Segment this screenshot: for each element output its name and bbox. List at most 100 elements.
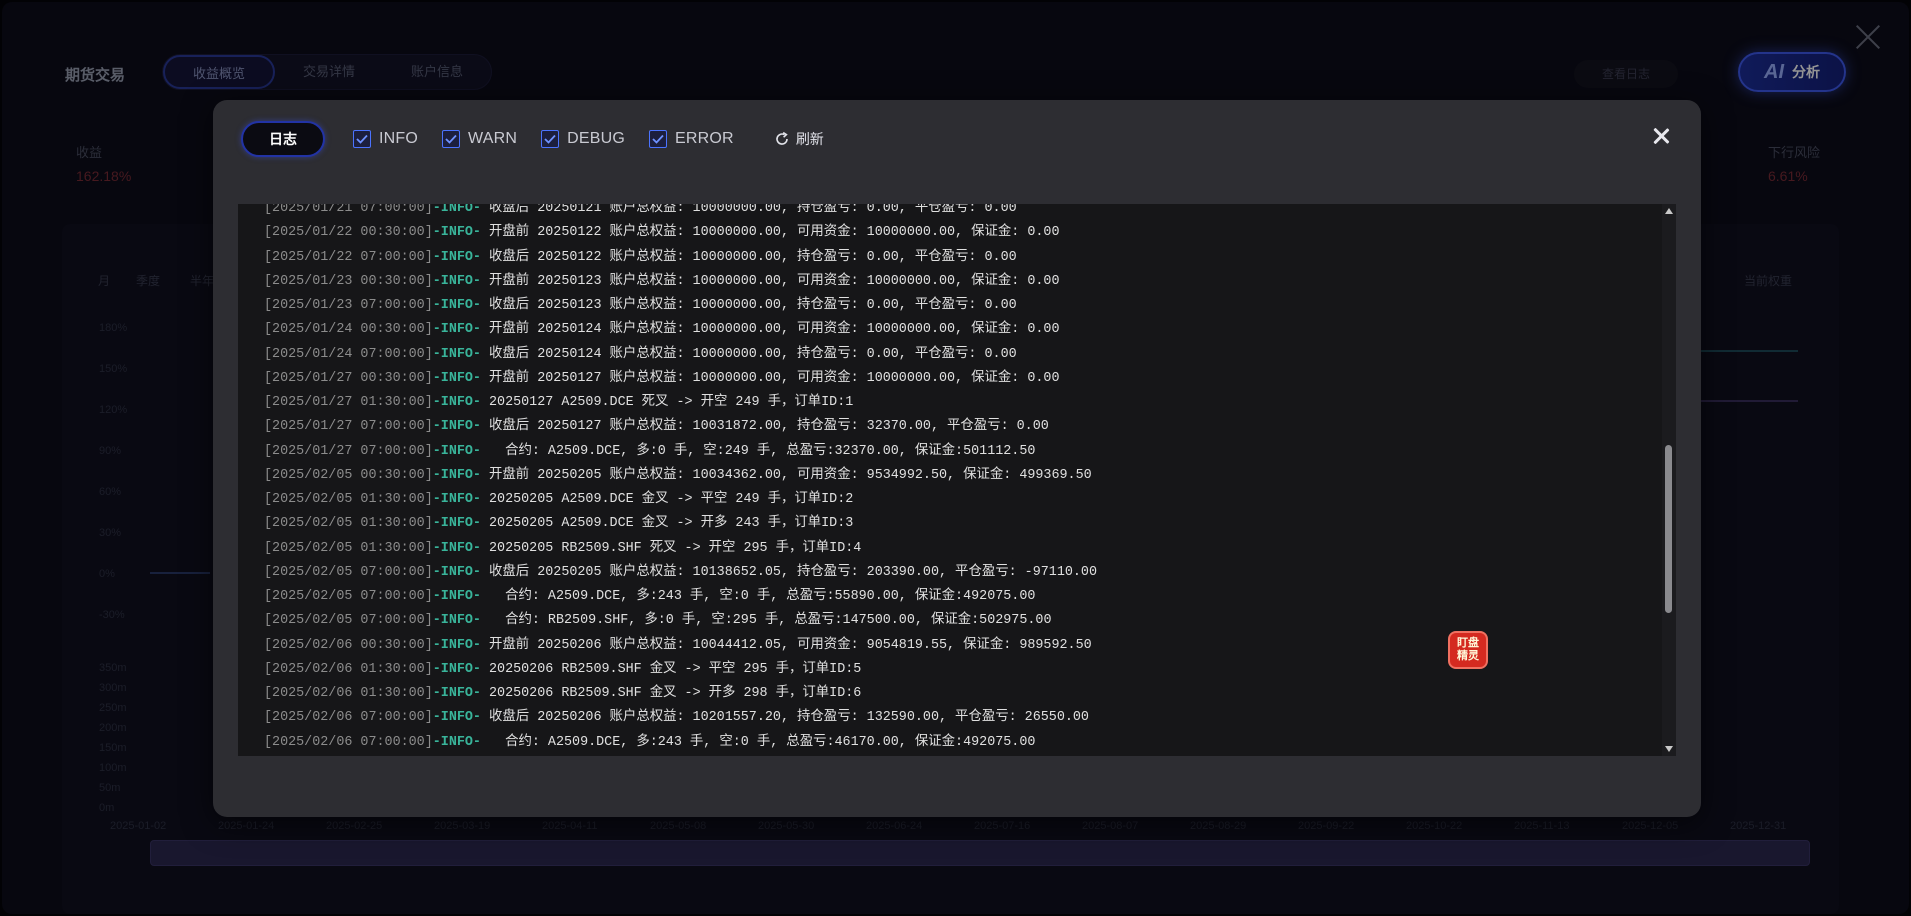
filter-error-checkbox[interactable]: ERROR [649,130,734,148]
refresh-label: 刷新 [795,131,824,147]
log-message: 开盘前 20250205 账户总权益: 10034362.00, 可用资金: 9… [480,467,1092,483]
log-message: 合约: RB2509.SHF, 多:0 手, 空:295 手, 总盈亏:1475… [480,613,1052,629]
log-line: [2025/02/05 07:00:00]-INFO- 收盘后 20250205… [238,561,1654,585]
log-level: -INFO- [432,734,481,750]
log-timestamp: [2025/02/05 00:30:00] [264,467,433,483]
log-message: 开盘前 20250123 账户总权益: 10000000.00, 可用资金: 1… [480,273,1060,289]
close-icon[interactable] [1653,128,1669,144]
log-timestamp: [2025/02/05 07:00:00] [264,589,433,604]
log-level: -INFO- [432,225,481,241]
log-line: [2025/02/06 07:00:00]-INFO- 收盘后 20250206… [238,706,1654,730]
log-timestamp: [2025/02/05 07:00:00] [264,613,433,629]
filter-debug-checkbox[interactable]: DEBUG [541,130,625,148]
log-message: 20250206 RB2509.SHF 金叉 -> 平空 295 手，订单ID:… [480,661,862,677]
filter-warn-checkbox[interactable]: WARN [442,130,517,148]
checkbox-checked-icon [649,130,668,148]
log-message: 20250205 A2509.DCE 金叉 -> 开多 243 手，订单ID:3 [480,516,854,532]
log-line: [2025/01/27 07:00:00]-INFO- 收盘后 20250127… [238,415,1654,439]
log-timestamp: [2025/01/27 01:30:00] [264,395,433,410]
log-timestamp: [2025/02/05 01:30:00] [264,540,433,556]
refresh-icon [776,131,788,145]
checkbox-checked-icon [353,130,371,148]
log-message: 开盘前 20250122 账户总权益: 10000000.00, 可用资金: 1… [480,225,1060,241]
log-level: -INFO- [432,686,481,701]
log-line: [2025/02/05 01:30:00]-INFO- 20250205 A25… [238,512,1654,536]
log-message: 收盘后 20250124 账户总权益: 10000000.00, 持仓盈亏: 0… [480,346,1017,362]
log-timestamp: [2025/02/05 01:30:00] [264,516,433,532]
log-level: -INFO- [432,492,481,507]
log-level: -INFO- [432,249,481,265]
log-timestamp: [2025/02/06 00:30:00] [264,637,433,653]
log-message: 20250205 RB2509.SHF 死叉 -> 开空 295 手，订单ID:… [480,540,862,556]
log-message: 收盘后 20250122 账户总权益: 10000000.00, 持仓盈亏: 0… [480,249,1017,265]
log-timestamp: [2025/01/27 00:30:00] [264,370,433,386]
filter-info-checkbox[interactable]: INFO [353,130,418,148]
watch-assistant-badge[interactable]: 盯盘 精灵 [1448,631,1488,669]
filter-error-label: ERROR [675,130,734,147]
log-line: [2025/01/27 00:30:00]-INFO- 开盘前 20250127… [238,367,1654,391]
log-message: 合约: A2509.DCE, 多:243 手, 空:0 手, 总盈亏:46170… [480,734,1036,750]
log-message: 收盘后 20250127 账户总权益: 10031872.00, 持仓盈亏: 3… [480,419,1049,435]
log-dialog: 日志 INFO WARN DEBUG ERROR 刷新 [2025/01/21 … [213,100,1701,817]
log-timestamp: [2025/01/22 00:30:00] [264,225,433,241]
log-line: [2025/02/05 07:00:00]-INFO- 合约: A2509.DC… [238,585,1654,609]
log-message: 20250127 A2509.DCE 死叉 -> 开空 249 手，订单ID:1 [480,395,854,410]
log-line: [2025/01/22 00:30:00]-INFO- 开盘前 20250122… [238,221,1654,245]
log-level: -INFO- [432,273,481,289]
log-level: -INFO- [432,204,481,216]
log-timestamp: [2025/01/23 07:00:00] [264,298,433,313]
filter-warn-label: WARN [468,130,518,147]
log-message: 收盘后 20250121 账户总权益: 10000000.00, 持仓盈亏: 0… [480,204,1017,216]
log-timestamp: [2025/01/27 07:00:00] [264,419,433,435]
log-level: -INFO- [432,419,481,435]
log-level: -INFO- [432,661,481,677]
filter-debug-label: DEBUG [567,130,626,147]
log-tab-button[interactable]: 日志 [241,121,325,157]
log-line: [2025/01/23 00:30:00]-INFO- 开盘前 20250123… [238,270,1654,294]
log-timestamp: [2025/02/05 07:00:00] [264,564,433,580]
log-level: -INFO- [432,443,481,459]
log-message: 收盘后 20250205 账户总权益: 10138652.05, 持仓盈亏: 2… [480,564,1098,580]
log-level: -INFO- [432,370,481,386]
log-timestamp: [2025/02/06 01:30:00] [264,686,433,701]
log-timestamp: [2025/01/22 07:00:00] [264,249,433,265]
log-line: [2025/02/06 01:30:00]-INFO- 20250206 RB2… [238,658,1654,682]
log-timestamp: [2025/01/24 00:30:00] [264,322,433,338]
log-level: -INFO- [432,613,481,629]
log-message: 合约: A2509.DCE, 多:0 手, 空:249 手, 总盈亏:32370… [480,443,1036,459]
log-line: [2025/01/24 00:30:00]-INFO- 开盘前 20250124… [238,318,1654,342]
log-timestamp: [2025/02/06 01:30:00] [264,661,433,677]
log-timestamp: [2025/01/23 00:30:00] [264,273,433,289]
checkbox-checked-icon [541,130,560,148]
log-line: [2025/01/21 07:00:00]-INFO- 收盘后 20250121… [238,204,1654,221]
log-line: [2025/02/06 01:30:00]-INFO- 20250206 RB2… [238,682,1654,706]
scroll-down-arrow-icon[interactable] [1665,746,1673,752]
log-line: [2025/02/06 07:00:00]-INFO- 合约: A2509.DC… [238,731,1654,755]
log-toolbar: 日志 INFO WARN DEBUG ERROR 刷新 [241,119,824,159]
log-line: [2025/01/27 01:30:00]-INFO- 20250127 A25… [238,391,1654,415]
log-line: [2025/02/05 00:30:00]-INFO- 开盘前 20250205… [238,464,1654,488]
log-line: [2025/01/23 07:00:00]-INFO- 收盘后 20250123… [238,294,1654,318]
log-timestamp: [2025/01/24 07:00:00] [264,346,433,362]
log-message: 开盘前 20250124 账户总权益: 10000000.00, 可用资金: 1… [480,322,1060,338]
log-timestamp: [2025/01/27 07:00:00] [264,443,433,459]
log-level: -INFO- [432,322,481,338]
log-timestamp: [2025/01/21 07:00:00] [264,204,433,216]
log-line: [2025/02/05 01:30:00]-INFO- 20250205 RB2… [238,537,1654,561]
log-line: [2025/02/06 00:30:00]-INFO- 开盘前 20250206… [238,634,1654,658]
scroll-up-arrow-icon[interactable] [1665,208,1673,214]
log-message: 收盘后 20250206 账户总权益: 10201557.20, 持仓盈亏: 1… [480,710,1089,726]
refresh-button[interactable]: 刷新 [774,129,824,149]
log-line: [2025/02/05 01:30:00]-INFO- 20250205 A25… [238,488,1654,512]
log-level: -INFO- [432,540,481,556]
log-timestamp: [2025/02/06 07:00:00] [264,734,433,750]
log-level: -INFO- [432,467,481,483]
log-scrollbar[interactable] [1662,204,1676,756]
log-message: 开盘前 20250127 账户总权益: 10000000.00, 可用资金: 1… [480,370,1060,386]
badge-line-1: 盯盘 [1457,637,1479,649]
log-level: -INFO- [432,637,481,653]
scrollbar-thumb[interactable] [1665,445,1672,613]
log-output[interactable]: [2025/01/21 07:00:00]-INFO- 收盘后 20250121… [238,204,1676,756]
log-line: [2025/02/05 07:00:00]-INFO- 合约: RB2509.S… [238,609,1654,633]
log-timestamp: [2025/02/05 01:30:00] [264,492,433,507]
